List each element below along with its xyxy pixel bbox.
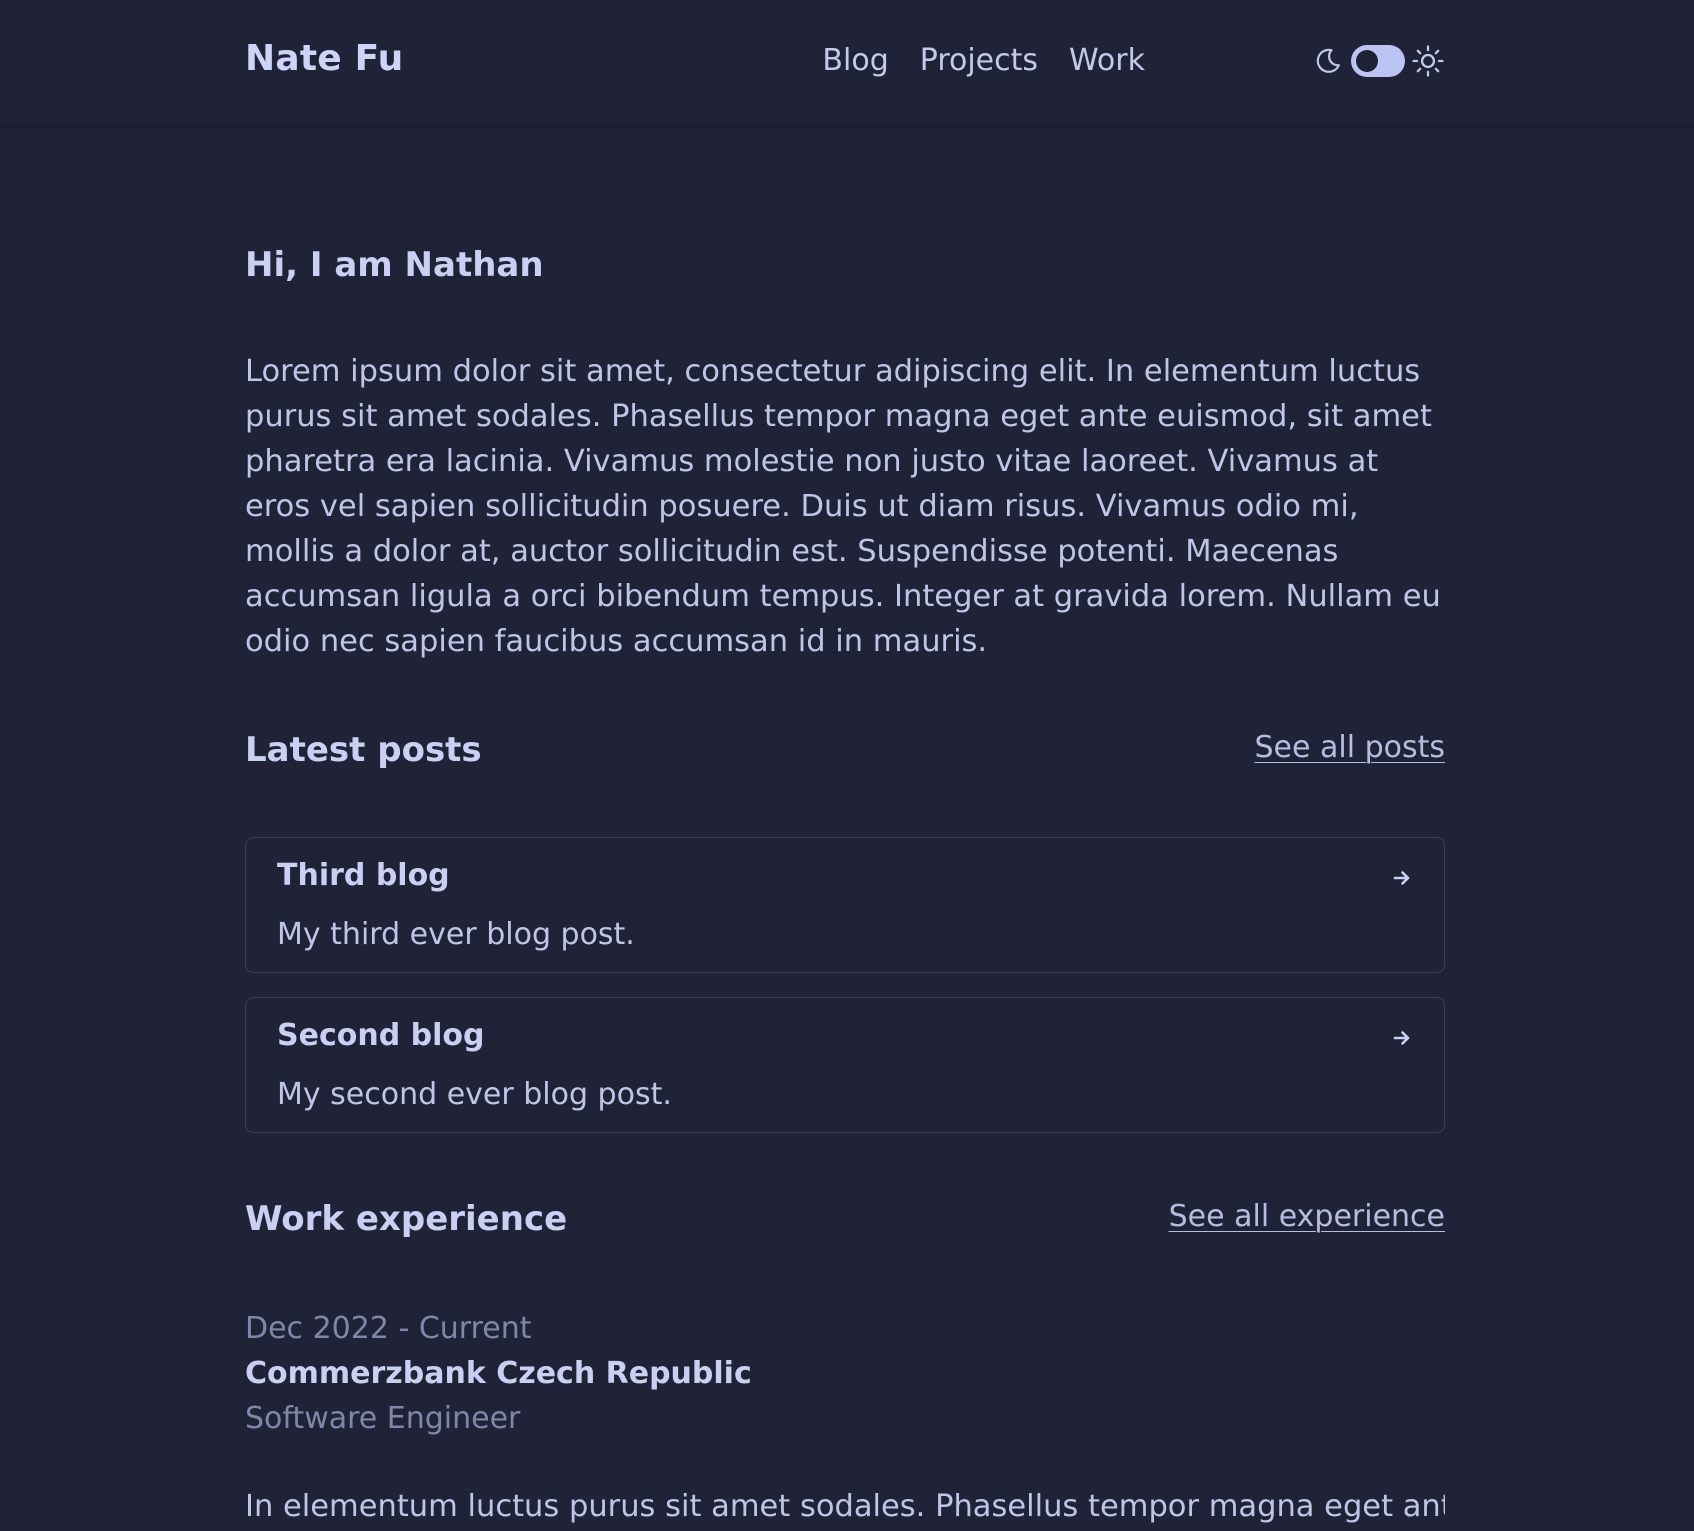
- post-description: My third ever blog post.: [277, 917, 635, 952]
- posts-section-title: Latest posts: [245, 730, 482, 770]
- posts-section-header: Latest posts See all posts: [245, 730, 1445, 780]
- site-logo-link[interactable]: Nate Fu: [245, 38, 403, 79]
- see-all-experience-link[interactable]: See all experience: [1169, 1199, 1445, 1234]
- experience-role: Software Engineer: [245, 1401, 521, 1436]
- intro-greeting: Hi, I am Nathan: [245, 245, 544, 285]
- see-all-posts-link[interactable]: See all posts: [1254, 730, 1445, 765]
- main-nav: Blog Projects Work: [822, 42, 1145, 80]
- nav-projects-link[interactable]: Projects: [920, 42, 1038, 80]
- theme-toggle: [1311, 44, 1445, 78]
- post-card[interactable]: Second blog My second ever blog post.: [245, 997, 1445, 1133]
- work-section-header: Work experience See all experience: [245, 1199, 1445, 1249]
- work-section-title: Work experience: [245, 1199, 568, 1239]
- theme-toggle-switch[interactable]: [1351, 45, 1405, 77]
- experience-dates: Dec 2022 - Current: [245, 1311, 532, 1346]
- toggle-knob: [1356, 50, 1378, 72]
- intro-text: Lorem ipsum dolor sit amet, consectetur …: [245, 354, 1441, 659]
- post-title: Third blog: [277, 858, 450, 893]
- arrow-right-icon: [1393, 871, 1410, 885]
- post-card[interactable]: Third blog My third ever blog post.: [245, 837, 1445, 973]
- nav-work-link[interactable]: Work: [1069, 42, 1145, 80]
- experience-description: In elementum luctus purus sit amet sodal…: [245, 1489, 1445, 1524]
- post-description: My second ever blog post.: [277, 1077, 672, 1112]
- moon-icon: [1311, 44, 1345, 78]
- site-header: Nate Fu Blog Projects Work: [0, 0, 1694, 126]
- nav-blog-link[interactable]: Blog: [822, 42, 888, 80]
- arrow-right-icon: [1393, 1031, 1410, 1045]
- sun-icon: [1411, 44, 1445, 78]
- post-title: Second blog: [277, 1018, 485, 1053]
- experience-company: Commerzbank Czech Republic: [245, 1356, 752, 1391]
